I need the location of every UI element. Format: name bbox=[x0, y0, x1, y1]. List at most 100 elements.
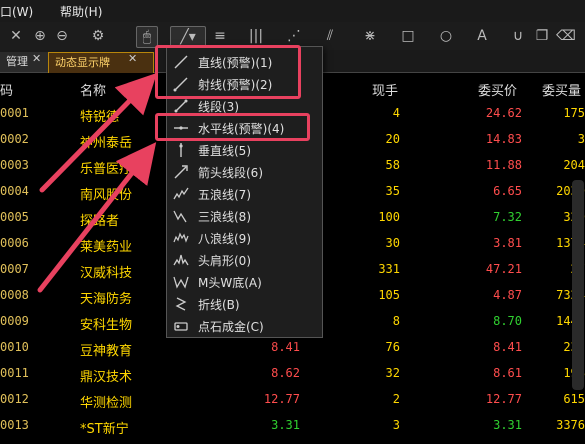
stock-code: 0010 bbox=[0, 340, 29, 354]
stock-code: 0006 bbox=[0, 236, 29, 250]
bid-volume: 204 bbox=[563, 158, 585, 172]
stock-code: 0009 bbox=[0, 314, 29, 328]
menu-item-head-shoulders[interactable]: 头肩形(0) bbox=[167, 249, 322, 271]
table-row[interactable]: 0012 华测检测 12.77 2 12.77 615 bbox=[0, 392, 585, 418]
polyline-icon bbox=[173, 296, 189, 312]
last-price: 8.41 bbox=[271, 340, 300, 354]
current-volume: 2 bbox=[392, 392, 400, 406]
stock-name: 安科生物 bbox=[80, 318, 133, 333]
bid-price: 3.31 bbox=[493, 418, 522, 432]
bid-price: 8.70 bbox=[493, 314, 522, 328]
close-icon[interactable]: ✕ bbox=[128, 52, 137, 65]
menu-window[interactable]: 口(W) bbox=[0, 3, 33, 20]
scrollbar[interactable] bbox=[572, 180, 584, 390]
stock-name: 特锐德 bbox=[80, 110, 120, 125]
menu-item-label: 五浪线(7) bbox=[198, 188, 251, 202]
magic-gold-icon bbox=[173, 318, 189, 334]
table-row[interactable]: 0010豆神教育8.41768.41235 bbox=[0, 340, 585, 366]
menu-item-arrow-segment[interactable]: 箭头线段(6) bbox=[167, 161, 322, 183]
menu-item-label: 头肩形(0) bbox=[198, 254, 251, 268]
settings-icon[interactable]: ⚙ bbox=[88, 26, 108, 46]
menu-item-label: 箭头线段(6) bbox=[198, 166, 263, 180]
stock-name: 鼎汉技术 bbox=[80, 370, 133, 385]
current-volume: 8 bbox=[392, 314, 400, 328]
rectangle-icon[interactable]: □ bbox=[398, 26, 418, 46]
table-row[interactable]: 0011鼎汉技术8.62328.61198 bbox=[0, 366, 585, 392]
magnet-icon[interactable]: ∪ bbox=[508, 26, 528, 46]
bid-price: 7.32 bbox=[493, 210, 522, 224]
parallel-icon[interactable]: ⫽ bbox=[320, 26, 340, 46]
menu-item-vertical-line[interactable]: 垂直线(5) bbox=[167, 139, 322, 161]
table-row[interactable]: 0013 *ST新宁 3.31 3 3.31 3376 bbox=[0, 418, 585, 444]
current-volume: 331 bbox=[378, 262, 400, 276]
bid-price: 12.77 bbox=[485, 392, 522, 406]
menu-item-label: 垂直线(5) bbox=[198, 144, 251, 158]
menu-item-label: 八浪线(9) bbox=[198, 232, 251, 246]
current-volume: 58 bbox=[385, 158, 400, 172]
menu-item-label: 三浪线(8) bbox=[198, 210, 251, 224]
eight-wave-icon bbox=[173, 230, 189, 246]
stock-name: 南风股份 bbox=[80, 188, 133, 203]
close-icon[interactable]: ✕ bbox=[32, 52, 41, 65]
tab-dynamic-board[interactable]: 动态显示牌 bbox=[48, 52, 154, 73]
three-wave-icon bbox=[173, 208, 189, 224]
vertical-line-icon bbox=[173, 142, 189, 158]
stock-name: 乐普医疗 bbox=[80, 162, 133, 177]
header-bid-price[interactable]: 委买价 bbox=[478, 80, 517, 99]
stock-code: 0002 bbox=[0, 132, 29, 146]
current-volume: 30 bbox=[385, 236, 400, 250]
fan-icon[interactable]: ⋰ bbox=[284, 26, 304, 46]
menu-item-magic-gold[interactable]: 点石成金(C) bbox=[167, 315, 322, 337]
m-top-w-bottom-icon bbox=[173, 274, 189, 290]
header-name[interactable]: 名称 bbox=[80, 80, 106, 99]
stock-code: 0005 bbox=[0, 210, 29, 224]
stock-code: 0013 bbox=[0, 418, 29, 432]
bid-volume: 3 bbox=[577, 132, 585, 146]
bid-price: 47.21 bbox=[485, 262, 522, 276]
current-volume: 35 bbox=[385, 184, 400, 198]
menu-item-label: M头W底(A) bbox=[198, 276, 262, 290]
bid-volume: 3376 bbox=[556, 418, 585, 432]
menu-item-label: 折线(B) bbox=[198, 298, 240, 312]
stock-code: 0011 bbox=[0, 366, 29, 380]
mouse-icon[interactable]: 🖱 bbox=[136, 26, 158, 48]
bid-volume: 175 bbox=[563, 106, 585, 120]
bid-price: 14.83 bbox=[485, 132, 522, 146]
stock-code: 0001 bbox=[0, 106, 29, 120]
zoom-out-icon[interactable]: ⊖ bbox=[52, 26, 72, 46]
bid-price: 8.41 bbox=[493, 340, 522, 354]
bid-price: 8.61 bbox=[493, 366, 522, 380]
menu-item-eight-wave[interactable]: 八浪线(9) bbox=[167, 227, 322, 249]
zoom-in-icon[interactable]: ⊕ bbox=[30, 26, 50, 46]
menu-item-three-wave[interactable]: 三浪线(8) bbox=[167, 205, 322, 227]
header-volume[interactable]: 现手 bbox=[372, 80, 398, 99]
tab-manage[interactable]: 管理 bbox=[0, 52, 53, 72]
menu-help[interactable]: 帮助(H) bbox=[60, 3, 102, 20]
stock-code: 0004 bbox=[0, 184, 29, 198]
copy-icon[interactable]: ❐ bbox=[532, 26, 552, 46]
header-bid-volume[interactable]: 委买量 bbox=[542, 80, 581, 99]
delete-icon[interactable]: ⌫ bbox=[556, 26, 576, 46]
menu-item-polyline[interactable]: 折线(B) bbox=[167, 293, 322, 315]
vertical-lines-icon[interactable]: ||| bbox=[246, 26, 266, 46]
text-icon[interactable]: A bbox=[472, 26, 492, 46]
channel-icon[interactable]: ⋇ bbox=[360, 26, 380, 46]
highlight-box-horizontal bbox=[155, 113, 310, 141]
circle-icon[interactable]: ○ bbox=[436, 26, 456, 46]
stock-name: 莱美药业 bbox=[80, 240, 133, 255]
last-price: 8.62 bbox=[271, 366, 300, 380]
stock-code: 0007 bbox=[0, 262, 29, 276]
stock-name: 天海防务 bbox=[80, 292, 133, 307]
crosshair-icon[interactable]: ✕ bbox=[6, 26, 26, 46]
stock-code: 0003 bbox=[0, 158, 29, 172]
fib-icon[interactable]: ≡ bbox=[210, 26, 230, 46]
menu-bar: 口(W) 帮助(H) bbox=[0, 0, 585, 23]
current-volume: 105 bbox=[378, 288, 400, 302]
stock-name: 豆神教育 bbox=[80, 344, 133, 359]
bid-price: 24.62 bbox=[485, 106, 522, 120]
header-code[interactable]: 码 bbox=[0, 80, 13, 99]
menu-item-label: 点石成金(C) bbox=[198, 320, 264, 334]
menu-item-five-wave[interactable]: 五浪线(7) bbox=[167, 183, 322, 205]
current-volume: 3 bbox=[392, 418, 400, 432]
menu-item-m-top-w-bottom[interactable]: M头W底(A) bbox=[167, 271, 322, 293]
